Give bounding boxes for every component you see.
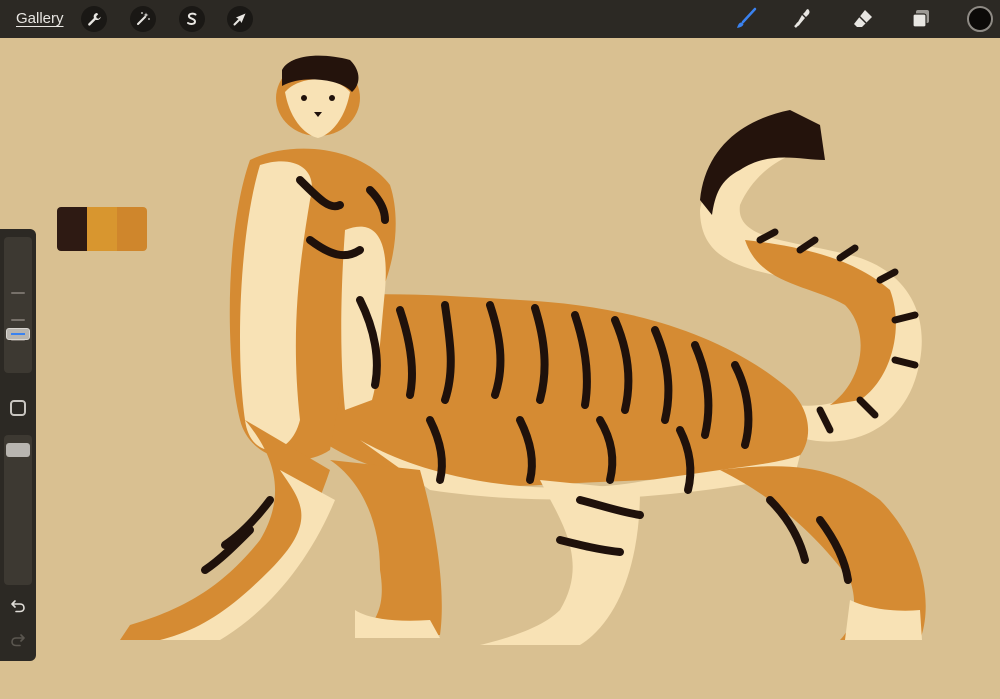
tiger-artwork [120, 55, 926, 645]
brush-size-slider[interactable] [4, 237, 32, 373]
redo-icon [11, 634, 25, 647]
redo-button[interactable] [8, 630, 28, 650]
modify-button[interactable] [10, 400, 26, 416]
magic-wand-icon [137, 12, 150, 25]
opacity-thumb[interactable] [6, 443, 30, 458]
color-picker-button[interactable] [967, 6, 993, 32]
size-tick [11, 319, 25, 321]
drawing-canvas[interactable] [40, 38, 1000, 699]
size-thumb-accent [11, 332, 25, 335]
smudge-icon [794, 9, 810, 28]
undo-button[interactable] [8, 596, 28, 616]
top-toolbar: Gallery [0, 0, 1000, 38]
size-tick [11, 292, 25, 294]
palette-swatch[interactable] [117, 207, 147, 251]
smudge-tool-button[interactable] [790, 7, 816, 31]
arrow-cursor-icon [233, 13, 246, 26]
brush-size-thumb[interactable] [6, 327, 30, 340]
layers-button[interactable] [908, 7, 934, 31]
palette-swatch[interactable] [87, 207, 117, 251]
palette-swatch[interactable] [57, 207, 87, 251]
color-palette [57, 207, 147, 251]
brush-icon [737, 7, 757, 28]
actions-button[interactable] [81, 6, 107, 32]
eraser-icon [854, 10, 872, 27]
eraser-tool-button[interactable] [850, 7, 876, 31]
brush-tool-button[interactable] [733, 7, 759, 31]
selection-s-icon [187, 12, 197, 25]
transform-button[interactable] [227, 6, 253, 32]
gallery-button[interactable]: Gallery [16, 10, 64, 27]
left-sidebar [0, 229, 36, 661]
selection-button[interactable] [179, 6, 205, 32]
layers-icon [912, 10, 929, 28]
undo-icon [11, 600, 25, 613]
wrench-icon [88, 13, 101, 26]
opacity-slider[interactable] [4, 435, 32, 585]
adjustments-button[interactable] [130, 6, 156, 32]
